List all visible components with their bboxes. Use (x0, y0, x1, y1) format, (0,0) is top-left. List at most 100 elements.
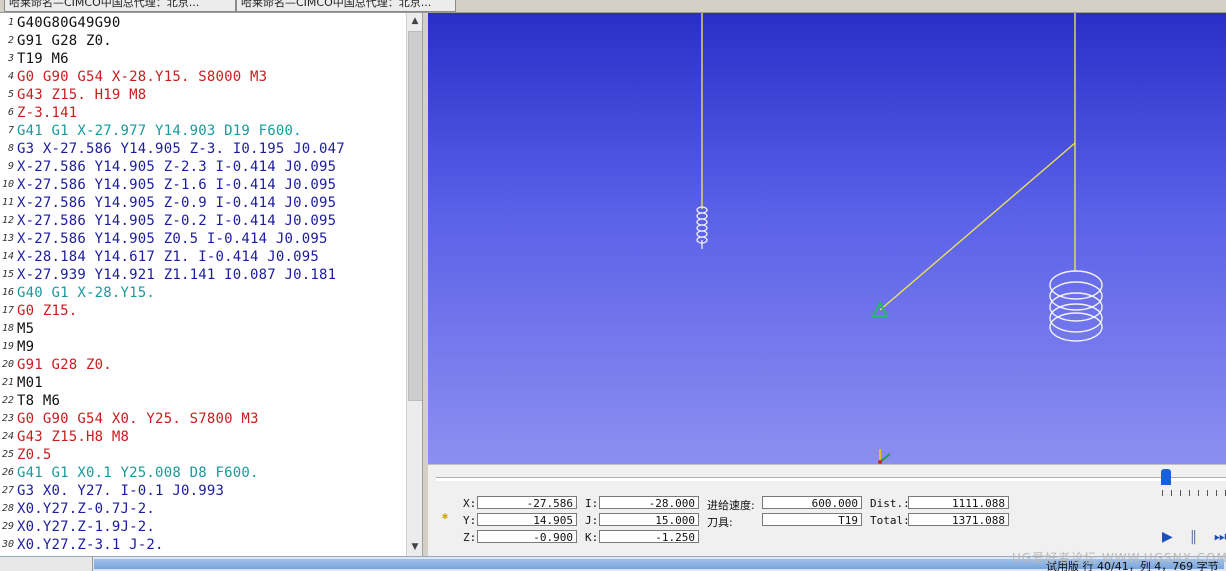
code-line[interactable]: 17 G0 Z15. (0, 302, 406, 320)
code-line[interactable]: 9 X-27.586 Y14.905 Z-2.3 I-0.414 J0.095 (0, 158, 406, 176)
line-number: 15 (1, 269, 14, 280)
z-label: Z: (463, 531, 477, 544)
code-line[interactable]: 4 G0 G90 G54 X-28.Y15. S8000 M3 (0, 68, 406, 86)
scrollbar-thumb[interactable] (408, 31, 423, 401)
code-line[interactable]: 10 X-27.586 Y14.905 Z-1.6 I-0.414 J0.095 (0, 176, 406, 194)
code-line[interactable]: 20 G91 G28 Z0. (0, 356, 406, 374)
code-text: X-27.586 Y14.905 Z-1.6 I-0.414 J0.095 (17, 177, 337, 193)
code-text: G43 Z15. H19 M8 (17, 87, 147, 103)
code-line[interactable]: 25 Z0.5 (0, 446, 406, 464)
code-line[interactable]: 3 T19 M6 (0, 50, 406, 68)
code-line[interactable]: 23 G0 G90 G54 X0. Y25. S7800 M3 (0, 410, 406, 428)
line-number: 16 (1, 287, 14, 298)
code-line[interactable]: 21 M01 (0, 374, 406, 392)
axis-triad-icon (878, 449, 891, 464)
code-line[interactable]: 16 G40 G1 X-28.Y15. (0, 284, 406, 302)
code-text: G91 G28 Z0. (17, 357, 112, 373)
k-label: K: (585, 531, 599, 544)
status-bar-left-pane (0, 557, 93, 571)
line-number: 23 (1, 413, 14, 424)
code-line[interactable]: 11 X-27.586 Y14.905 Z-0.9 I-0.414 J0.095 (0, 194, 406, 212)
total-label: Total: (870, 514, 910, 527)
code-text: G40G80G49G90 (17, 15, 121, 31)
scroll-up-arrow-icon[interactable]: ▲ (407, 13, 423, 29)
helix-small (696, 206, 708, 249)
code-line[interactable]: 1 G40G80G49G90 (0, 14, 406, 32)
line-number: 1 (7, 17, 14, 28)
line-number: 30 (1, 539, 14, 550)
code-line[interactable]: 28 X0.Y27.Z-0.7J-2. (0, 500, 406, 518)
line-number: 5 (7, 89, 14, 100)
line-number: 9 (7, 161, 14, 172)
code-line[interactable]: 2 G91 G28 Z0. (0, 32, 406, 50)
line-number: 4 (7, 71, 14, 82)
k-value: -1.250 (599, 530, 699, 544)
line-number: 22 (1, 395, 14, 406)
document-tab-bar: 哈莱命名—CIMCO中国总代理：北京... 哈莱命名—CIMCO中国总代理：北京… (0, 0, 1226, 13)
code-text: G41 G1 X-27.977 Y14.903 D19 F600. (17, 123, 302, 139)
code-line[interactable]: 24 G43 Z15.H8 M8 (0, 428, 406, 446)
x-label: X: (463, 497, 477, 510)
speed-ticks (1162, 490, 1226, 496)
line-number: 11 (1, 197, 14, 208)
code-text: G0 Z15. (17, 303, 78, 319)
code-line[interactable]: 13 X-27.586 Y14.905 Z0.5 I-0.414 J0.095 (0, 230, 406, 248)
code-text: G40 G1 X-28.Y15. (17, 285, 156, 301)
feed-rate-value: 600.000 (762, 496, 862, 510)
line-number: 17 (1, 305, 14, 316)
line-number: 26 (1, 467, 14, 478)
code-line[interactable]: 26 G41 G1 X0.1 Y25.008 D8 F600. (0, 464, 406, 482)
document-tab-1[interactable]: 哈莱命名—CIMCO中国总代理：北京... (4, 0, 236, 12)
line-number: 6 (7, 107, 14, 118)
pause-icon[interactable]: ‖ (1190, 529, 1197, 545)
step-forward-icon[interactable]: ⏭ (1214, 529, 1226, 545)
code-text: X-27.939 Y14.921 Z1.141 I0.087 J0.181 (17, 267, 337, 283)
code-text: G0 G90 G54 X-28.Y15. S8000 M3 (17, 69, 268, 85)
line-number: 19 (1, 341, 14, 352)
code-line[interactable]: 22 T8 M6 (0, 392, 406, 410)
code-line[interactable]: 7 G41 G1 X-27.977 Y14.903 D19 F600. (0, 122, 406, 140)
document-tab-2[interactable]: 哈莱命名—CIMCO中国总代理：北京... (236, 0, 456, 12)
editor-vertical-scrollbar[interactable]: ▲ ▼ (406, 13, 423, 556)
code-line[interactable]: 14 X-28.184 Y14.617 Z1. I-0.414 J0.095 (0, 248, 406, 266)
code-line[interactable]: 19 M9 (0, 338, 406, 356)
code-line[interactable]: 29 X0.Y27.Z-1.9J-2. (0, 518, 406, 536)
code-text: G0 G90 G54 X0. Y25. S7800 M3 (17, 411, 259, 427)
code-text: G91 G28 Z0. (17, 33, 112, 49)
code-line[interactable]: 5 G43 Z15. H19 M8 (0, 86, 406, 104)
code-line[interactable]: 30 X0.Y27.Z-3.1 J-2. (0, 536, 406, 554)
j-value: 15.000 (599, 513, 699, 527)
code-text: X-28.184 Y14.617 Z1. I-0.414 J0.095 (17, 249, 320, 265)
code-line[interactable]: 15 X-27.939 Y14.921 Z1.141 I0.087 J0.181 (0, 266, 406, 284)
play-icon[interactable]: ▶ (1162, 529, 1173, 545)
tool-value: T19 (762, 513, 862, 527)
simulation-progress-track[interactable] (436, 477, 1226, 481)
line-number: 7 (7, 125, 14, 136)
code-line[interactable]: 27 G3 X0. Y27. I-0.1 J0.993 (0, 482, 406, 500)
scroll-down-arrow-icon[interactable]: ▼ (407, 539, 423, 555)
z-value: -0.900 (477, 530, 577, 544)
code-text: X-27.586 Y14.905 Z0.5 I-0.414 J0.095 (17, 231, 328, 247)
simulation-slider-thumb[interactable] (1161, 469, 1171, 485)
code-text: Z0.5 (17, 447, 52, 463)
nc-code-editor[interactable]: 1 G40G80G49G90 2 G91 G28 Z0. 3 T19 M6 4 G0 G90 … (0, 13, 406, 556)
pointer-status-icon: ✱ (442, 511, 449, 522)
line-number: 2 (7, 35, 14, 46)
line-number: 10 (1, 179, 14, 190)
code-text: M5 (17, 321, 35, 337)
dist-value: 1111.088 (908, 496, 1009, 510)
line-number: 12 (1, 215, 14, 226)
simulation-panel: ✱ X: -27.586 Y: 14.905 Z: -0.900 I: -28.… (428, 464, 1226, 557)
j-label: J: (585, 514, 599, 527)
backplot-viewport[interactable] (428, 13, 1226, 464)
code-line[interactable]: 6 Z-3.141 (0, 104, 406, 122)
code-line[interactable]: 18 M5 (0, 320, 406, 338)
line-number: 29 (1, 521, 14, 532)
code-text: G41 G1 X0.1 Y25.008 D8 F600. (17, 465, 259, 481)
code-line[interactable]: 8 G3 X-27.586 Y14.905 Z-3. I0.195 J0.047 (0, 140, 406, 158)
line-number: 14 (1, 251, 14, 262)
code-text: T19 M6 (17, 51, 69, 67)
line-number: 18 (1, 323, 14, 334)
code-text: X0.Y27.Z-0.7J-2. (17, 501, 156, 517)
code-line[interactable]: 12 X-27.586 Y14.905 Z-0.2 I-0.414 J0.095 (0, 212, 406, 230)
